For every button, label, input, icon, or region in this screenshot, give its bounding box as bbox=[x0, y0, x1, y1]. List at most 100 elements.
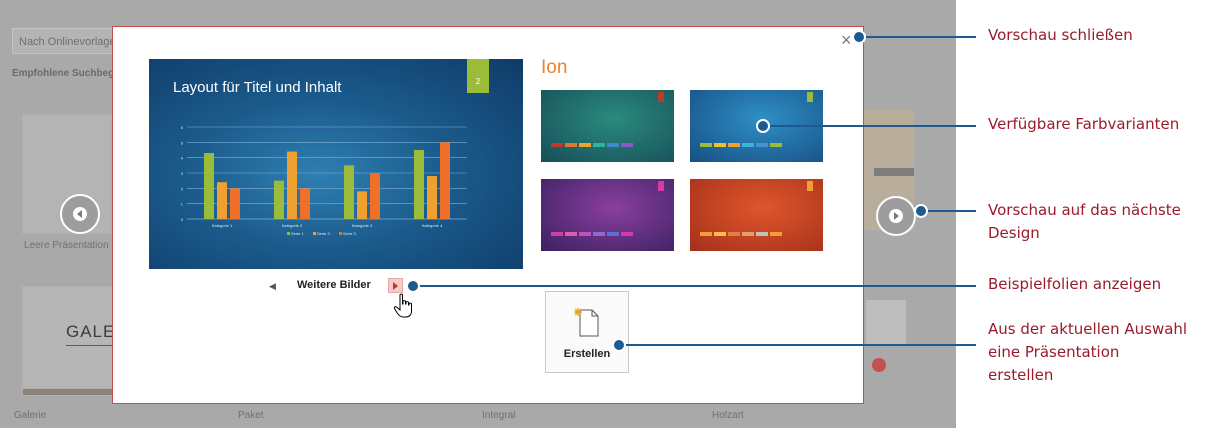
new-document-icon bbox=[574, 308, 599, 337]
callout-dot-sample-slides bbox=[406, 279, 420, 293]
caption-galerie: Galerie bbox=[14, 410, 47, 421]
chart-bar bbox=[204, 153, 214, 219]
chart-legend-swatch bbox=[313, 232, 316, 235]
chart-y-tick-label: 0 bbox=[181, 217, 184, 222]
variant-color-swatches bbox=[551, 134, 635, 152]
variant-color-swatch bbox=[551, 232, 563, 236]
chart-y-tick-label: 3 bbox=[181, 171, 184, 176]
chart-bar bbox=[414, 150, 424, 219]
chart-x-tick-label: Kategorie 3 bbox=[352, 223, 373, 228]
red-circle-decoration bbox=[872, 358, 886, 372]
variant-color-swatch bbox=[565, 232, 577, 236]
theme-name: Ion bbox=[541, 57, 568, 78]
variant-color-swatch bbox=[770, 143, 782, 147]
chart-y-tick-label: 2 bbox=[181, 186, 184, 191]
variant-color-swatch bbox=[714, 143, 726, 147]
callout-line-close bbox=[860, 36, 976, 38]
variant-accent-flag bbox=[658, 92, 664, 102]
callout-dot-next-design bbox=[914, 204, 928, 218]
chart-y-tick-label: 4 bbox=[181, 156, 184, 161]
variant-color-swatches bbox=[700, 223, 784, 241]
variant-color-swatches bbox=[551, 223, 635, 241]
variant-color-swatches bbox=[700, 134, 784, 152]
blank-presentation-caption: Leere Präsentation bbox=[24, 240, 109, 251]
variant-color-swatch bbox=[714, 232, 726, 236]
color-variant-4[interactable] bbox=[690, 179, 823, 251]
chart-bar bbox=[357, 191, 367, 219]
chart-bar bbox=[230, 188, 240, 219]
previous-slide-arrow-icon[interactable]: ◀ bbox=[269, 281, 276, 292]
variant-color-swatch bbox=[607, 232, 619, 236]
create-button[interactable]: Erstellen bbox=[545, 291, 629, 373]
variant-color-swatch bbox=[565, 143, 577, 147]
caption-holzart: Holzart bbox=[712, 410, 744, 421]
variant-color-swatch bbox=[579, 232, 591, 236]
chevron-right-icon bbox=[889, 209, 903, 223]
chart-bar bbox=[370, 173, 380, 219]
close-preview-button[interactable]: × bbox=[841, 31, 852, 49]
color-variant-3[interactable] bbox=[541, 179, 674, 251]
variant-color-swatch bbox=[579, 143, 591, 147]
variant-accent-flag bbox=[658, 181, 664, 191]
main-slide-preview: Layout für Titel und Inhalt 2 0 1 2 3 4 5 6 Kat… bbox=[149, 59, 523, 269]
next-design-button[interactable] bbox=[876, 196, 916, 236]
slide-number-badge: 2 bbox=[467, 59, 489, 93]
callout-next-design: Vorschau auf das nächste Design bbox=[988, 201, 1181, 242]
chart-bar bbox=[217, 182, 227, 219]
variant-color-swatch bbox=[756, 232, 768, 236]
callout-line-variants bbox=[764, 125, 976, 127]
chart-bar bbox=[300, 188, 310, 219]
chart-x-tick-label: Kategorie 4 bbox=[422, 223, 443, 228]
gallery-underline bbox=[66, 345, 116, 346]
holzart-stripe bbox=[874, 168, 914, 176]
callout-dot-variants bbox=[756, 119, 770, 133]
variant-color-swatch bbox=[607, 143, 619, 147]
chart-bar bbox=[427, 176, 437, 219]
chart-bar bbox=[344, 165, 354, 219]
chart-y-tick-label: 5 bbox=[181, 140, 184, 145]
variant-color-swatch bbox=[551, 143, 563, 147]
more-images-label: Weitere Bilder bbox=[297, 279, 371, 291]
callout-color-variants: Verfügbare Farbvarianten bbox=[988, 115, 1180, 133]
theme-preview-dialog: × Layout für Titel und Inhalt 2 0 1 2 3 4 5 6 K… bbox=[112, 26, 864, 404]
chart-legend-label: Serie 3 bbox=[343, 231, 356, 236]
variant-color-swatch bbox=[700, 232, 712, 236]
variant-color-swatch bbox=[728, 143, 740, 147]
chart-x-tick-label: Kategorie 1 bbox=[212, 223, 233, 228]
chart-bar bbox=[440, 142, 450, 219]
variant-color-swatch bbox=[593, 232, 605, 236]
chart-bar bbox=[274, 180, 284, 219]
variant-color-swatch bbox=[742, 143, 754, 147]
callout-sample-slides: Beispielfolien anzeigen bbox=[988, 275, 1162, 293]
callout-line-next-design bbox=[922, 210, 976, 212]
chart-legend-swatch bbox=[339, 232, 342, 235]
caption-paket: Paket bbox=[238, 410, 264, 421]
chart-y-tick-label: 1 bbox=[181, 202, 184, 207]
gallery-strip bbox=[22, 388, 114, 396]
callout-create-presentation: Aus der aktuellen Auswahl eine Präsentat… bbox=[988, 320, 1188, 384]
callout-dot-create bbox=[612, 338, 626, 352]
caption-integral: Integral bbox=[482, 410, 516, 421]
variant-color-swatch bbox=[742, 232, 754, 236]
chevron-left-icon bbox=[73, 207, 87, 221]
callout-close-preview: Vorschau schließen bbox=[988, 26, 1133, 44]
hand-cursor-icon bbox=[393, 293, 412, 318]
previous-design-button[interactable] bbox=[60, 194, 100, 234]
callout-line-create bbox=[620, 344, 976, 346]
variant-accent-flag bbox=[807, 92, 813, 102]
chart-y-tick-label: 6 bbox=[181, 125, 184, 130]
variant-color-swatch bbox=[728, 232, 740, 236]
color-variant-1[interactable] bbox=[541, 90, 674, 162]
variant-color-swatch bbox=[770, 232, 782, 236]
next-sample-slide-button[interactable] bbox=[388, 278, 403, 293]
background-thumbnail[interactable] bbox=[866, 300, 906, 346]
variant-color-swatch bbox=[621, 232, 633, 236]
chart-legend-label: Serie 2 bbox=[317, 231, 330, 236]
chart-bar bbox=[287, 151, 297, 219]
slide-title: Layout für Titel und Inhalt bbox=[173, 79, 342, 96]
variant-color-swatch bbox=[621, 143, 633, 147]
variant-accent-flag bbox=[807, 181, 813, 191]
chart-x-tick-label: Kategorie 2 bbox=[282, 223, 303, 228]
callout-line-sample-slides bbox=[414, 285, 976, 287]
sample-bar-chart: 0 1 2 3 4 5 6 Kategorie 1 Kategorie 2 Kategorie 3… bbox=[181, 125, 467, 236]
